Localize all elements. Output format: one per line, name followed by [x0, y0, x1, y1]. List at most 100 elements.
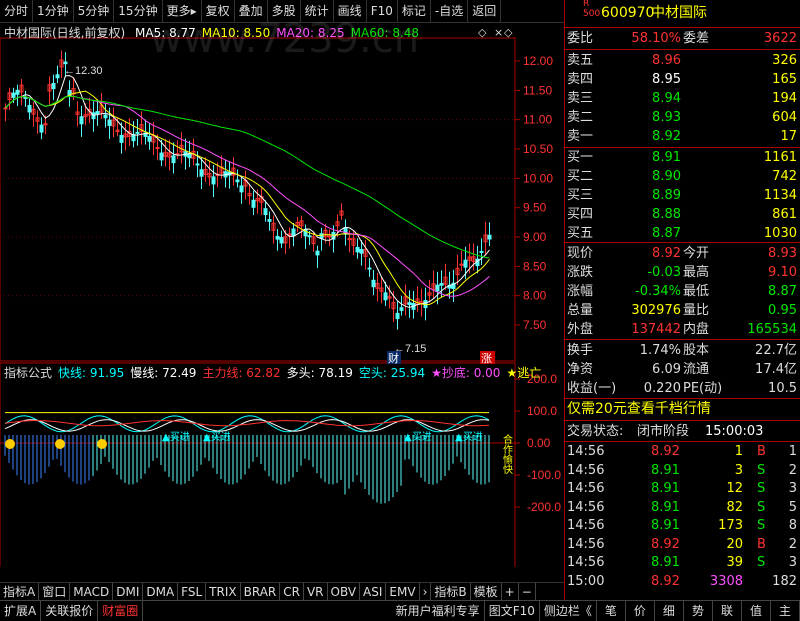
candle-body [63, 61, 68, 65]
indicator-tab-10[interactable]: OBV [328, 583, 361, 601]
stat-value: 10.5 [768, 381, 797, 396]
trade-count: 3 [788, 481, 797, 496]
trade-count: 182 [772, 573, 797, 589]
status-time: 15:00:03 [705, 424, 764, 439]
quote-row: 收益(一) 0.220 PE(动) 10.5 [565, 379, 800, 398]
indicator-tab-4[interactable]: DMA [143, 583, 179, 601]
trade-volume: 20 [726, 536, 743, 552]
bottom-bar-item-5[interactable]: 侧边栏《 [540, 601, 597, 621]
sell-label: 卖二 [567, 110, 594, 125]
indicator-tab-9[interactable]: VR [304, 583, 328, 601]
candle-body [199, 169, 204, 177]
quote-row: 卖一 8.92 17 [565, 127, 800, 146]
indicator-tab-8[interactable]: CR [280, 583, 304, 601]
buy-price: 8.88 [652, 207, 681, 222]
quote-row: 买四 8.88 861 [565, 205, 800, 224]
high-price-label: ←12.30 [64, 65, 103, 77]
indicator-tab-13[interactable]: › [420, 583, 432, 601]
candle-body [235, 179, 240, 183]
quote-row: 换手 1.74% 股本 22.7亿 [565, 341, 800, 360]
weibi-value: 58.10% [631, 31, 681, 46]
candle-body [159, 152, 164, 161]
candle-body [195, 163, 200, 166]
bottom-bar-item-6[interactable]: 笔 [597, 601, 626, 621]
candle-body [347, 238, 352, 241]
sell-label: 卖五 [567, 53, 594, 68]
indicator-tick-label: 0.00 [527, 436, 551, 450]
buy-price: 8.91 [652, 150, 681, 165]
weibi-label: 委比 [567, 31, 594, 46]
candle-body [187, 153, 192, 159]
toolbar-item-12[interactable]: -自选 [431, 0, 469, 22]
kline-chart-area[interactable]: 12.00 11.50 11.00 10.50 10.00 9.50 9.00 8.50 8.0… [0, 16, 564, 567]
bottom-bar-item-10[interactable]: 联 [713, 601, 742, 621]
kline-chart-svg[interactable]: 12.00 11.50 11.00 10.50 10.00 9.50 9.00 8.50 8.0… [0, 22, 564, 567]
candle-body [107, 119, 112, 126]
bottom-bar-item-12[interactable]: 主 [771, 601, 800, 621]
bottom-bar-item-3[interactable]: 新用户福利专享 [392, 601, 485, 621]
candle-body [263, 208, 268, 216]
indicator-tab-11[interactable]: ASI [360, 583, 387, 601]
stat-value: 1.74% [639, 343, 681, 358]
stock-name: 中材国际 [651, 5, 707, 21]
candle-body [315, 250, 320, 256]
indicator-tab-3[interactable]: DMI [113, 583, 144, 601]
candle-body [3, 107, 8, 110]
bottom-bar-item-0[interactable]: 扩展A [0, 601, 42, 621]
bottom-bar-item-1[interactable]: 关联报价 [41, 601, 99, 621]
candle-body [55, 74, 60, 79]
price-tick-label: 8.50 [523, 259, 547, 273]
indicator-tab-14[interactable]: 指标B [431, 583, 471, 601]
stat-value: 165534 [747, 322, 797, 337]
indicator-tab-12[interactable]: EMV [386, 583, 420, 601]
promo-link[interactable]: 仅需20元查看千档行情 [567, 400, 711, 419]
quote-row: 涨幅 -0.34% 最低 8.87 [565, 282, 800, 301]
indicator-tab-17[interactable]: − [519, 583, 536, 601]
toolbar-item-1[interactable]: 1分钟 [33, 0, 74, 22]
toolbar-item-2[interactable]: 5分钟 [74, 0, 115, 22]
indicator-tab-7[interactable]: BRAR [241, 583, 281, 601]
price-tick-label: 9.00 [523, 230, 547, 244]
cai-marker: 财 [388, 351, 399, 365]
indicator-tab-1[interactable]: 窗口 [39, 583, 71, 601]
indicator-legend-1: 快线: 91.95 [58, 366, 125, 380]
quote-row: 卖三 8.94 194 [565, 89, 800, 108]
candle-body [267, 219, 272, 222]
bottom-bar-item-2[interactable]: 财富圈 [98, 601, 144, 621]
trade-time: 14:56 [567, 499, 605, 515]
price-tick-label: 7.50 [523, 318, 547, 332]
price-tick-label: 9.50 [523, 201, 547, 215]
candle-body [275, 235, 280, 240]
toolbar-item-13[interactable]: 返回 [468, 0, 502, 22]
indicator-legend-5: 空头: 25.94 [358, 366, 426, 380]
trade-side: S [757, 499, 766, 515]
trade-count: 8 [788, 518, 797, 533]
trade-side: B [757, 444, 766, 459]
indicator-tick-label: 100.0 [527, 404, 557, 418]
indicator-tab-0[interactable]: 指标A [0, 583, 40, 601]
indicator-tab-15[interactable]: 模板 [471, 583, 502, 601]
stat-label: 量比 [683, 303, 710, 318]
indicator-tab-16[interactable]: + [502, 583, 519, 601]
candle-body [487, 234, 492, 240]
toolbar-item-0[interactable]: 分时 [0, 0, 34, 22]
sell-volume: 194 [772, 91, 797, 106]
candle-body [359, 249, 364, 254]
bottom-bar-item-9[interactable]: 势 [684, 601, 713, 621]
candle-body [439, 283, 444, 286]
candle-body [27, 104, 32, 113]
indicator-tab-6[interactable]: TRIX [206, 583, 241, 601]
bottom-bar-item-8[interactable]: 细 [655, 601, 684, 621]
sell-label: 卖三 [567, 91, 594, 106]
bottom-bar-item-11[interactable]: 值 [742, 601, 771, 621]
indicator-tab-2[interactable]: MACD [70, 583, 114, 601]
indicator-tab-5[interactable]: FSL [178, 583, 207, 601]
candle-body [479, 250, 484, 253]
indicator-legend-7: ★逃亡 [506, 366, 542, 380]
bottom-bar-item-7[interactable]: 价 [626, 601, 655, 621]
candle-body [435, 284, 440, 292]
bottom-bar-item-4[interactable]: 图文F10 [485, 601, 540, 621]
sell-volume: 165 [772, 72, 797, 87]
price-tick-label: 12.00 [523, 54, 553, 68]
diamond-icon: ◇ [478, 26, 487, 39]
